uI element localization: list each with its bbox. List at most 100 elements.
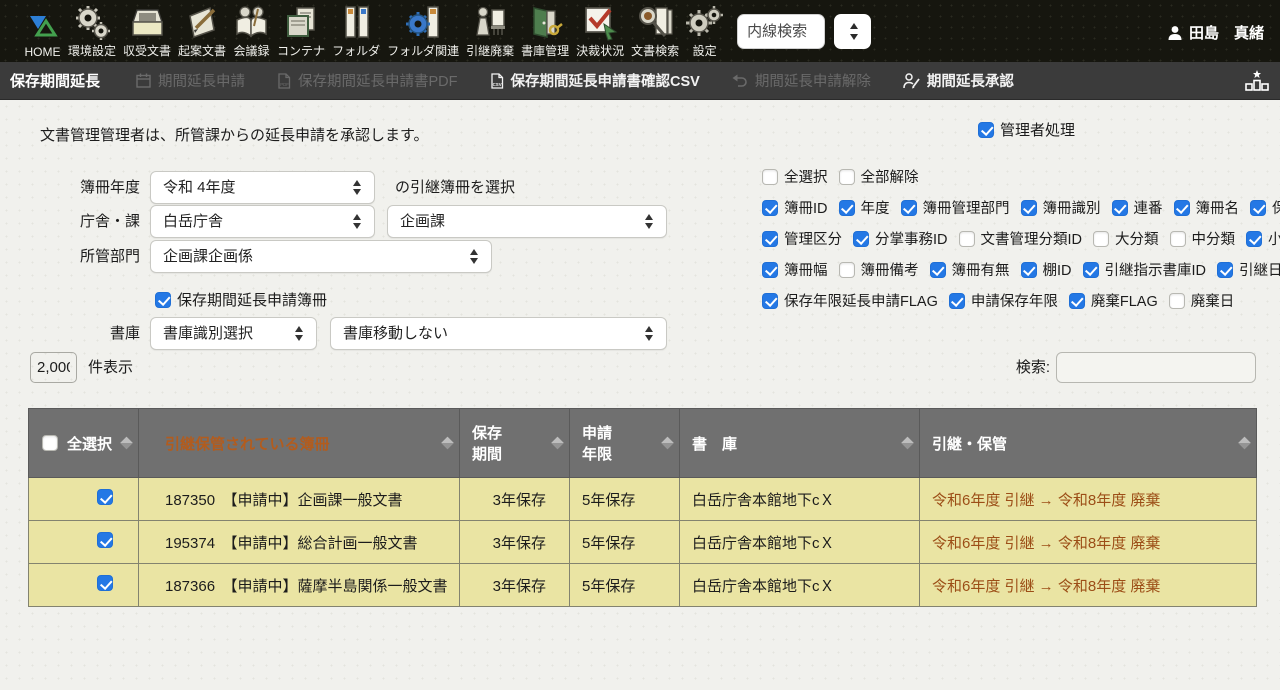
column-checkbox-item[interactable]: 簿冊幅 — [762, 259, 828, 280]
nav-home[interactable]: HOME — [24, 7, 61, 59]
nav-received-docs[interactable]: 収受文書 — [123, 4, 171, 59]
header-handover[interactable]: 引継・保管 — [920, 409, 1257, 478]
column-checkbox-item[interactable]: 保存年限延長申請FLAG — [762, 290, 938, 311]
admin-process-checkbox[interactable] — [978, 122, 994, 138]
office-select[interactable]: 白岳庁舎 — [150, 205, 375, 238]
nav-container[interactable]: コンテナ — [277, 4, 325, 59]
sort-icon[interactable] — [1238, 437, 1251, 450]
column-checkbox[interactable] — [1250, 200, 1266, 216]
column-checkbox[interactable] — [839, 200, 855, 216]
nav-draft-docs[interactable]: 起案文書 — [178, 4, 226, 59]
table-search-input[interactable] — [1056, 352, 1256, 383]
column-checkbox-item[interactable]: 簿冊ID — [762, 197, 828, 218]
column-checkbox-item[interactable]: 簿冊管理部門 — [901, 197, 1010, 218]
column-checkbox[interactable] — [1021, 262, 1037, 278]
sort-icon[interactable] — [441, 437, 454, 450]
extension-request-checkbox-item[interactable]: 保存期間延長申請簿冊 — [155, 289, 327, 310]
admin-process-label: 管理者処理 — [1000, 119, 1075, 140]
row-select-checkbox[interactable] — [97, 489, 113, 505]
column-checkbox[interactable] — [901, 200, 917, 216]
column-checkbox-label: 廃棄FLAG — [1091, 290, 1158, 311]
column-checkbox-item[interactable]: 保存年限 — [1250, 197, 1280, 218]
column-checkbox[interactable] — [959, 231, 975, 247]
column-checkbox-item[interactable]: 大分類 — [1093, 228, 1159, 249]
sort-icon[interactable] — [901, 437, 914, 450]
nav-folder-related[interactable]: フォルダ関連 — [387, 4, 459, 59]
admin-process-checkbox-item[interactable]: 管理者処理 — [978, 119, 1075, 140]
column-checkbox[interactable] — [949, 293, 965, 309]
column-checkbox[interactable] — [1169, 293, 1185, 309]
table-row[interactable]: 195374 【申請中】総合計画一般文書 3年保存 5年保存 白岳庁舎本館地下c… — [29, 521, 1257, 564]
column-checkbox-item[interactable]: 分掌事務ID — [853, 228, 948, 249]
column-checkbox-item[interactable]: 小分類 — [1246, 228, 1280, 249]
storage-id-select[interactable]: 書庫識別選択 — [150, 317, 317, 350]
header-storage[interactable]: 書 庫 — [680, 409, 920, 478]
column-checkbox[interactable] — [1246, 231, 1262, 247]
topbar-select[interactable] — [834, 14, 871, 49]
header-ledger[interactable]: 引継保管されている簿冊 — [139, 409, 460, 478]
column-checkbox-item[interactable]: 中分類 — [1170, 228, 1236, 249]
column-checkbox-item[interactable]: 簿冊備考 — [839, 259, 919, 280]
column-checkbox[interactable] — [1093, 231, 1109, 247]
storage-move-select[interactable]: 書庫移動しない — [330, 317, 667, 350]
extension-request-checkbox[interactable] — [155, 292, 171, 308]
extension-search-input[interactable] — [737, 14, 825, 49]
table-row[interactable]: 187366 【申請中】薩摩半島関係一般文書 3年保存 5年保存 白岳庁舎本館地… — [29, 564, 1257, 607]
nav-folder[interactable]: フォルダ — [332, 4, 380, 59]
menu-extension-csv[interactable]: CSV 保存期間延長申請書確認CSV — [490, 70, 700, 91]
column-checkbox-item[interactable]: 廃棄FLAG — [1069, 290, 1158, 311]
header-select-all[interactable]: 全選択 — [29, 409, 139, 478]
column-toggle-item[interactable]: 全選択 — [762, 166, 828, 187]
nav-approval-status[interactable]: 決裁状況 — [576, 4, 624, 59]
column-checkbox[interactable] — [762, 231, 778, 247]
column-checkbox-item[interactable]: 文書管理分類ID — [959, 228, 1083, 249]
nav-archive-mgmt[interactable]: 書庫管理 — [521, 4, 569, 59]
department-select[interactable]: 企画課企画係 — [150, 240, 492, 273]
column-checkbox[interactable] — [1170, 231, 1186, 247]
column-checkbox[interactable] — [1112, 200, 1128, 216]
year-select[interactable]: 令和 4年度 — [150, 171, 375, 204]
column-checkbox-item[interactable]: 年度 — [839, 197, 890, 218]
menu-extension-approve[interactable]: 期間延長承認 — [903, 70, 1014, 91]
main-content: 文書管理管理者は、所管課からの延長申請を承認します。 簿冊年度 令和 4年度 の… — [0, 100, 1280, 690]
row-select-checkbox[interactable] — [97, 532, 113, 548]
column-checkbox[interactable] — [762, 293, 778, 309]
column-checkbox[interactable] — [930, 262, 946, 278]
table-row[interactable]: 187350 【申請中】企画課一般文書 3年保存 5年保存 白岳庁舎本館地下cＸ… — [29, 478, 1257, 521]
column-checkbox-item[interactable]: 棚ID — [1021, 259, 1072, 280]
column-checkbox[interactable] — [1021, 200, 1037, 216]
column-toggle-item[interactable]: 全部解除 — [839, 166, 919, 187]
column-checkbox[interactable] — [1069, 293, 1085, 309]
column-checkbox[interactable] — [1083, 262, 1099, 278]
column-checkbox-item[interactable]: 引継指示書庫ID — [1083, 259, 1207, 280]
column-checkbox[interactable] — [1217, 262, 1233, 278]
header-period[interactable]: 保存 期間 — [460, 409, 570, 478]
column-checkbox[interactable] — [1174, 200, 1190, 216]
section-select[interactable]: 企画課 — [387, 205, 667, 238]
column-checkbox-item[interactable]: 廃棄日 — [1169, 290, 1235, 311]
column-checkbox-item[interactable]: 連番 — [1112, 197, 1163, 218]
column-checkbox-item[interactable]: 引継日 — [1217, 259, 1280, 280]
column-checkbox[interactable] — [839, 262, 855, 278]
column-checkbox-item[interactable]: 簿冊名 — [1174, 197, 1240, 218]
column-checkbox-item[interactable]: 管理区分 — [762, 228, 842, 249]
nav-meeting-minutes[interactable]: 会議録 — [233, 4, 270, 59]
nav-doc-search[interactable]: 文書検索 — [631, 4, 679, 59]
nav-handover-disposal[interactable]: 引継廃棄 — [466, 4, 514, 59]
column-checkbox-label: 保存年限延長申請FLAG — [784, 290, 938, 311]
column-toggle-checkbox[interactable] — [839, 169, 855, 185]
column-checkbox-item[interactable]: 簿冊識別 — [1021, 197, 1101, 218]
header-apply-period[interactable]: 申請 年限 — [570, 409, 680, 478]
nav-env-settings[interactable]: 環境設定 — [68, 4, 116, 59]
nav-settings[interactable]: 設定 — [686, 4, 723, 59]
row-select-checkbox[interactable] — [97, 575, 113, 591]
column-toggle-checkbox[interactable] — [762, 169, 778, 185]
column-checkbox[interactable] — [762, 200, 778, 216]
display-count-input[interactable] — [30, 352, 77, 383]
select-all-checkbox[interactable] — [42, 435, 58, 451]
menubar-podium-button[interactable] — [1244, 68, 1270, 99]
column-checkbox-item[interactable]: 簿冊有無 — [930, 259, 1010, 280]
column-checkbox[interactable] — [762, 262, 778, 278]
column-checkbox-item[interactable]: 申請保存年限 — [949, 290, 1058, 311]
column-checkbox[interactable] — [853, 231, 869, 247]
